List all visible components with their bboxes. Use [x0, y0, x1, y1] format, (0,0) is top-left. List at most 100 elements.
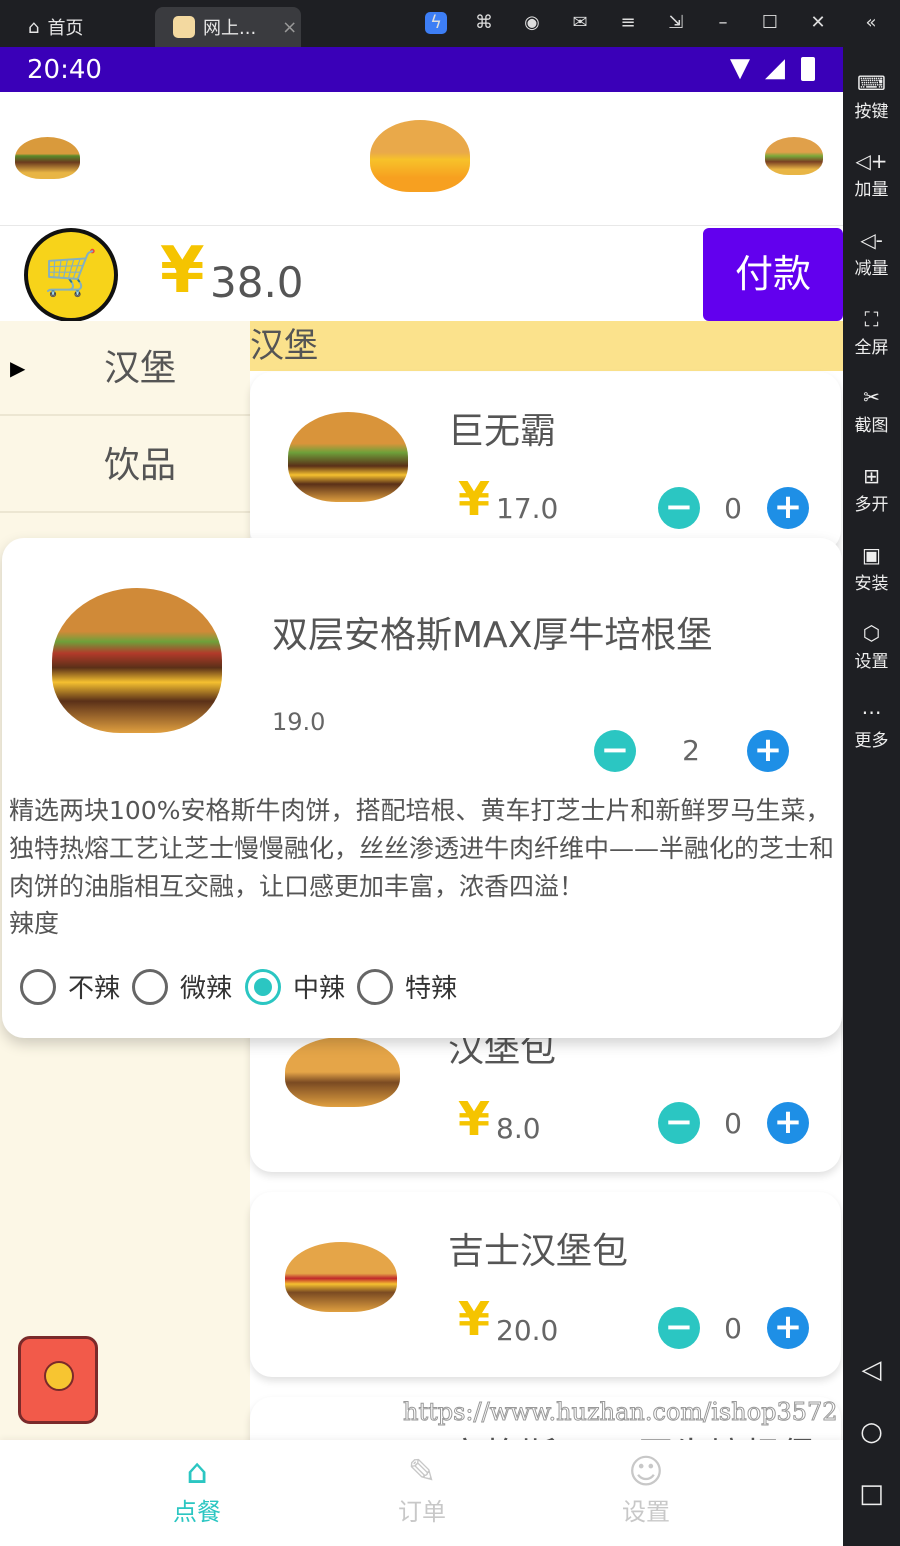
side-label: 按键 [854, 102, 889, 122]
product-currency: ¥ [458, 472, 491, 526]
red-packet-icon[interactable] [18, 1336, 98, 1424]
cart-bar: 🛒 ¥ 38.0 付款 [0, 226, 843, 322]
tab-app[interactable]: 网上... × [155, 7, 301, 47]
selected-arrow-icon: ▶ [10, 356, 26, 380]
maximize-icon[interactable]: ☐ [759, 12, 781, 34]
popup-product-price: 19.0 [272, 708, 326, 736]
decrease-button[interactable]: − [658, 1102, 700, 1144]
spice-label: 辣度 [9, 909, 60, 938]
increase-button[interactable]: + [767, 1307, 809, 1349]
spice-option-none[interactable]: 不辣 [20, 968, 120, 1005]
nav-order-food[interactable]: ⌂ 点餐 [147, 1452, 247, 1527]
nav-settings[interactable]: ☺ 设置 [596, 1452, 696, 1527]
increase-button[interactable]: + [767, 487, 809, 529]
spice-option-mild[interactable]: 微辣 [132, 968, 232, 1005]
close-window-icon[interactable]: ✕ [807, 12, 829, 34]
product-price: 8.0 [496, 1112, 541, 1145]
nav-orders[interactable]: ✎ 订单 [372, 1452, 472, 1527]
spice-option-hot[interactable]: 特辣 [357, 968, 457, 1005]
decrease-button[interactable]: − [658, 1307, 700, 1349]
category-drinks[interactable]: 饮品 [0, 418, 250, 513]
banner-burger-image [765, 137, 823, 175]
order-icon: ✎ [407, 1452, 437, 1492]
status-time: 20:40 [27, 55, 102, 85]
product-image [288, 412, 408, 502]
popup-increase-button[interactable]: + [747, 730, 789, 772]
side-screenshot[interactable]: ✂ 截图 [843, 383, 900, 436]
home-icon: ⌂ [186, 1452, 208, 1492]
gamepad-icon[interactable]: ⌘ [473, 12, 495, 34]
product-currency: ¥ [458, 1292, 491, 1346]
radio-label: 特辣 [405, 974, 458, 1004]
home-button[interactable]: ○ [843, 1417, 900, 1447]
radio-label: 不辣 [68, 974, 121, 1004]
popup-product-name: 双层安格斯MAX厚牛培根堡 [272, 615, 713, 656]
user-settings-icon: ☺ [628, 1452, 664, 1492]
side-label: 截图 [854, 416, 889, 436]
recents-button[interactable]: □ [843, 1479, 900, 1509]
nav-label: 订单 [398, 1498, 446, 1526]
cart-icon[interactable]: 🛒 [24, 228, 118, 322]
popup-decrease-button[interactable]: − [594, 730, 636, 772]
category-header: 汉堡 [250, 321, 843, 371]
menu-icon[interactable]: ≡ [617, 12, 639, 34]
product-price: 20.0 [496, 1314, 559, 1347]
back-button[interactable]: ◁ [843, 1355, 900, 1385]
tab-home[interactable]: ⌂ 首页 [28, 7, 83, 47]
collapse-icon[interactable]: « [860, 12, 882, 34]
wifi-icon: ▼ [730, 53, 750, 83]
product-image [285, 1242, 397, 1312]
radio-label: 微辣 [180, 974, 233, 1004]
fullscreen-icon: ⛶ [864, 307, 879, 331]
product-currency: ¥ [458, 1092, 491, 1146]
side-volume-down[interactable]: ◁- 减量 [843, 226, 900, 279]
product-card[interactable]: 巨无霸 ¥ 17.0 − 0 + [250, 372, 841, 552]
cart-currency: ¥ [160, 234, 205, 308]
product-qty: 0 [724, 492, 742, 525]
side-keyboard[interactable]: ⌨ 按键 [843, 69, 900, 122]
side-more[interactable]: ⋯ 更多 [843, 698, 900, 751]
radio-icon [357, 968, 393, 1005]
product-name: 吉士汉堡包 [448, 1231, 629, 1272]
product-image [285, 1037, 400, 1107]
nav-label: 设置 [622, 1498, 670, 1526]
boost-icon[interactable]: ϟ [425, 12, 447, 34]
spice-option-medium[interactable]: 中辣 [245, 968, 345, 1005]
user-icon[interactable]: ◉ [521, 12, 543, 34]
pay-button[interactable]: 付款 [703, 228, 843, 321]
category-label: 饮品 [103, 445, 176, 486]
side-label: 多开 [854, 495, 889, 515]
banner-carousel[interactable] [0, 92, 843, 226]
multi-open-icon: ⊞ [863, 464, 880, 488]
scissors-icon: ✂ [863, 385, 880, 409]
product-image [52, 588, 222, 733]
banner-burger-image [15, 137, 80, 179]
tab-close-icon[interactable]: × [282, 17, 297, 38]
cart-total: 38.0 [210, 258, 304, 307]
side-label: 全屏 [854, 338, 889, 358]
side-install[interactable]: ▣ 安装 [843, 541, 900, 594]
product-card[interactable]: 吉士汉堡包 ¥ 20.0 − 0 + [250, 1192, 841, 1377]
side-settings[interactable]: ⬡ 设置 [843, 619, 900, 672]
tab-home-label: 首页 [47, 18, 84, 39]
emulator-sidebar: ⌨ 按键 ◁+ 加量 ◁- 减量 ⛶ 全屏 ✂ 截图 ⊞ 多开 ▣ 安装 ⬡ 设置 ⋯ 更多 ◁ … [843, 47, 900, 1546]
side-multi[interactable]: ⊞ 多开 [843, 462, 900, 515]
resize-icon[interactable]: ⇲ [665, 12, 687, 34]
banner-burger-image [370, 120, 470, 192]
app-screen: 🛒 ¥ 38.0 付款 ▶ 汉堡 饮品 汉堡 巨无霸 ¥ 17.0 − 0 + 汉… [0, 92, 843, 1546]
category-hamburger[interactable]: ▶ 汉堡 [0, 321, 250, 416]
nav-label: 点餐 [173, 1498, 221, 1526]
app-icon [173, 16, 195, 38]
more-icon: ⋯ [861, 700, 882, 724]
increase-button[interactable]: + [767, 1102, 809, 1144]
mail-icon[interactable]: ✉ [569, 12, 591, 34]
volume-down-icon: ◁- [860, 228, 883, 252]
radio-icon [132, 968, 168, 1005]
side-label: 设置 [854, 652, 889, 672]
side-volume-up[interactable]: ◁+ 加量 [843, 147, 900, 200]
minimize-icon[interactable]: – [712, 12, 734, 34]
home-icon: ⌂ [28, 16, 40, 38]
battery-icon [801, 57, 815, 81]
side-fullscreen[interactable]: ⛶ 全屏 [843, 305, 900, 358]
decrease-button[interactable]: − [658, 487, 700, 529]
